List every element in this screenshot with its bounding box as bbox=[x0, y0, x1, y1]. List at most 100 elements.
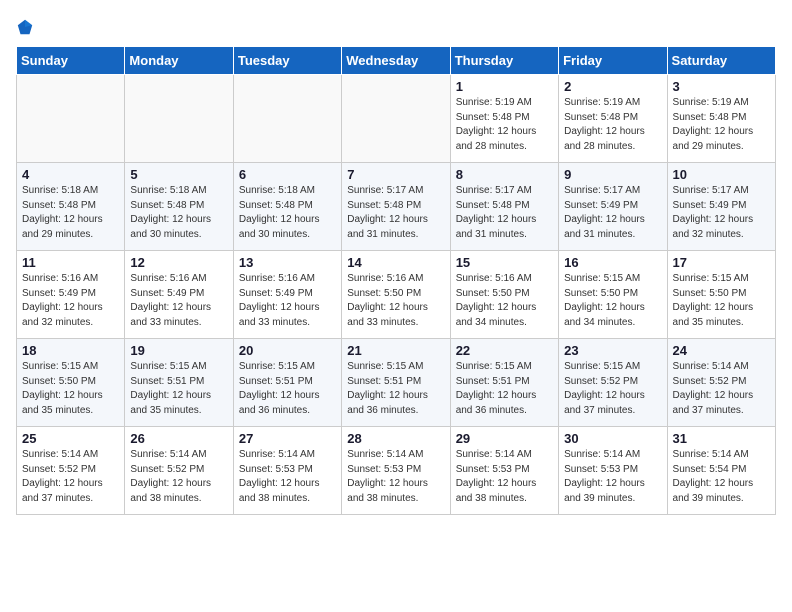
calendar-week-row: 11 Sunrise: 5:16 AMSunset: 5:49 PMDayligh… bbox=[17, 251, 776, 339]
calendar-cell: 4 Sunrise: 5:18 AMSunset: 5:48 PMDaylight… bbox=[17, 163, 125, 251]
day-info: Sunrise: 5:17 AMSunset: 5:49 PMDaylight:… bbox=[564, 184, 661, 242]
day-number: 12 bbox=[130, 255, 227, 270]
calendar-cell: 2 Sunrise: 5:19 AMSunset: 5:48 PMDaylight… bbox=[559, 75, 667, 163]
day-number: 14 bbox=[347, 255, 444, 270]
calendar-cell: 3 Sunrise: 5:19 AMSunset: 5:48 PMDaylight… bbox=[667, 75, 775, 163]
calendar-cell: 25 Sunrise: 5:14 AMSunset: 5:52 PMDayligh… bbox=[17, 427, 125, 515]
day-info: Sunrise: 5:14 AMSunset: 5:52 PMDaylight:… bbox=[130, 448, 227, 506]
day-header-friday: Friday bbox=[559, 47, 667, 75]
day-number: 30 bbox=[564, 431, 661, 446]
day-number: 22 bbox=[456, 343, 553, 358]
day-number: 7 bbox=[347, 167, 444, 182]
calendar-cell: 20 Sunrise: 5:15 AMSunset: 5:51 PMDayligh… bbox=[233, 339, 341, 427]
day-info: Sunrise: 5:14 AMSunset: 5:53 PMDaylight:… bbox=[347, 448, 444, 506]
calendar-cell: 30 Sunrise: 5:14 AMSunset: 5:53 PMDayligh… bbox=[559, 427, 667, 515]
day-number: 20 bbox=[239, 343, 336, 358]
day-info: Sunrise: 5:16 AMSunset: 5:50 PMDaylight:… bbox=[347, 272, 444, 330]
calendar-cell: 16 Sunrise: 5:15 AMSunset: 5:50 PMDayligh… bbox=[559, 251, 667, 339]
day-info: Sunrise: 5:16 AMSunset: 5:50 PMDaylight:… bbox=[456, 272, 553, 330]
day-info: Sunrise: 5:18 AMSunset: 5:48 PMDaylight:… bbox=[22, 184, 119, 242]
calendar-cell bbox=[233, 75, 341, 163]
day-info: Sunrise: 5:19 AMSunset: 5:48 PMDaylight:… bbox=[564, 96, 661, 154]
calendar-cell: 7 Sunrise: 5:17 AMSunset: 5:48 PMDaylight… bbox=[342, 163, 450, 251]
day-info: Sunrise: 5:15 AMSunset: 5:50 PMDaylight:… bbox=[564, 272, 661, 330]
day-number: 25 bbox=[22, 431, 119, 446]
day-info: Sunrise: 5:15 AMSunset: 5:52 PMDaylight:… bbox=[564, 360, 661, 418]
day-info: Sunrise: 5:15 AMSunset: 5:50 PMDaylight:… bbox=[22, 360, 119, 418]
day-number: 15 bbox=[456, 255, 553, 270]
day-number: 4 bbox=[22, 167, 119, 182]
day-number: 11 bbox=[22, 255, 119, 270]
calendar-cell: 23 Sunrise: 5:15 AMSunset: 5:52 PMDayligh… bbox=[559, 339, 667, 427]
day-info: Sunrise: 5:14 AMSunset: 5:54 PMDaylight:… bbox=[673, 448, 770, 506]
day-header-saturday: Saturday bbox=[667, 47, 775, 75]
day-number: 17 bbox=[673, 255, 770, 270]
calendar-table: SundayMondayTuesdayWednesdayThursdayFrid… bbox=[16, 46, 776, 515]
day-number: 1 bbox=[456, 79, 553, 94]
day-number: 16 bbox=[564, 255, 661, 270]
day-number: 21 bbox=[347, 343, 444, 358]
day-number: 2 bbox=[564, 79, 661, 94]
day-info: Sunrise: 5:19 AMSunset: 5:48 PMDaylight:… bbox=[456, 96, 553, 154]
day-number: 19 bbox=[130, 343, 227, 358]
calendar-header-row: SundayMondayTuesdayWednesdayThursdayFrid… bbox=[17, 47, 776, 75]
day-header-thursday: Thursday bbox=[450, 47, 558, 75]
day-number: 31 bbox=[673, 431, 770, 446]
calendar-cell: 29 Sunrise: 5:14 AMSunset: 5:53 PMDayligh… bbox=[450, 427, 558, 515]
calendar-cell: 1 Sunrise: 5:19 AMSunset: 5:48 PMDaylight… bbox=[450, 75, 558, 163]
calendar-cell: 14 Sunrise: 5:16 AMSunset: 5:50 PMDayligh… bbox=[342, 251, 450, 339]
calendar-cell: 28 Sunrise: 5:14 AMSunset: 5:53 PMDayligh… bbox=[342, 427, 450, 515]
day-info: Sunrise: 5:16 AMSunset: 5:49 PMDaylight:… bbox=[239, 272, 336, 330]
day-info: Sunrise: 5:14 AMSunset: 5:53 PMDaylight:… bbox=[564, 448, 661, 506]
page-header bbox=[16, 16, 776, 36]
day-number: 23 bbox=[564, 343, 661, 358]
day-info: Sunrise: 5:16 AMSunset: 5:49 PMDaylight:… bbox=[130, 272, 227, 330]
day-info: Sunrise: 5:14 AMSunset: 5:53 PMDaylight:… bbox=[456, 448, 553, 506]
day-number: 3 bbox=[673, 79, 770, 94]
calendar-week-row: 18 Sunrise: 5:15 AMSunset: 5:50 PMDayligh… bbox=[17, 339, 776, 427]
calendar-cell: 11 Sunrise: 5:16 AMSunset: 5:49 PMDayligh… bbox=[17, 251, 125, 339]
day-info: Sunrise: 5:15 AMSunset: 5:51 PMDaylight:… bbox=[239, 360, 336, 418]
calendar-cell: 22 Sunrise: 5:15 AMSunset: 5:51 PMDayligh… bbox=[450, 339, 558, 427]
calendar-cell bbox=[125, 75, 233, 163]
day-number: 10 bbox=[673, 167, 770, 182]
calendar-cell bbox=[342, 75, 450, 163]
calendar-cell: 12 Sunrise: 5:16 AMSunset: 5:49 PMDayligh… bbox=[125, 251, 233, 339]
day-info: Sunrise: 5:14 AMSunset: 5:52 PMDaylight:… bbox=[22, 448, 119, 506]
day-number: 24 bbox=[673, 343, 770, 358]
day-number: 8 bbox=[456, 167, 553, 182]
calendar-cell: 9Sunrise: 5:17 AMSunset: 5:49 PMDaylight… bbox=[559, 163, 667, 251]
day-number: 5 bbox=[130, 167, 227, 182]
day-header-wednesday: Wednesday bbox=[342, 47, 450, 75]
day-info: Sunrise: 5:17 AMSunset: 5:49 PMDaylight:… bbox=[673, 184, 770, 242]
day-number: 29 bbox=[456, 431, 553, 446]
calendar-cell: 18 Sunrise: 5:15 AMSunset: 5:50 PMDayligh… bbox=[17, 339, 125, 427]
day-header-sunday: Sunday bbox=[17, 47, 125, 75]
day-info: Sunrise: 5:17 AMSunset: 5:48 PMDaylight:… bbox=[347, 184, 444, 242]
calendar-cell: 19 Sunrise: 5:15 AMSunset: 5:51 PMDayligh… bbox=[125, 339, 233, 427]
logo bbox=[16, 16, 38, 36]
day-number: 13 bbox=[239, 255, 336, 270]
day-info: Sunrise: 5:15 AMSunset: 5:51 PMDaylight:… bbox=[456, 360, 553, 418]
logo-icon bbox=[16, 18, 34, 36]
day-header-tuesday: Tuesday bbox=[233, 47, 341, 75]
day-info: Sunrise: 5:16 AMSunset: 5:49 PMDaylight:… bbox=[22, 272, 119, 330]
calendar-cell: 8Sunrise: 5:17 AMSunset: 5:48 PMDaylight… bbox=[450, 163, 558, 251]
day-number: 18 bbox=[22, 343, 119, 358]
calendar-cell bbox=[17, 75, 125, 163]
day-number: 6 bbox=[239, 167, 336, 182]
day-info: Sunrise: 5:15 AMSunset: 5:51 PMDaylight:… bbox=[130, 360, 227, 418]
calendar-cell: 26 Sunrise: 5:14 AMSunset: 5:52 PMDayligh… bbox=[125, 427, 233, 515]
calendar-cell: 17Sunrise: 5:15 AMSunset: 5:50 PMDayligh… bbox=[667, 251, 775, 339]
calendar-cell: 31 Sunrise: 5:14 AMSunset: 5:54 PMDayligh… bbox=[667, 427, 775, 515]
calendar-cell: 27Sunrise: 5:14 AMSunset: 5:53 PMDayligh… bbox=[233, 427, 341, 515]
day-info: Sunrise: 5:19 AMSunset: 5:48 PMDaylight:… bbox=[673, 96, 770, 154]
day-info: Sunrise: 5:15 AMSunset: 5:51 PMDaylight:… bbox=[347, 360, 444, 418]
day-info: Sunrise: 5:18 AMSunset: 5:48 PMDaylight:… bbox=[130, 184, 227, 242]
day-number: 28 bbox=[347, 431, 444, 446]
day-number: 26 bbox=[130, 431, 227, 446]
calendar-week-row: 25 Sunrise: 5:14 AMSunset: 5:52 PMDayligh… bbox=[17, 427, 776, 515]
calendar-cell: 6Sunrise: 5:18 AMSunset: 5:48 PMDaylight… bbox=[233, 163, 341, 251]
calendar-cell: 10 Sunrise: 5:17 AMSunset: 5:49 PMDayligh… bbox=[667, 163, 775, 251]
day-info: Sunrise: 5:14 AMSunset: 5:53 PMDaylight:… bbox=[239, 448, 336, 506]
